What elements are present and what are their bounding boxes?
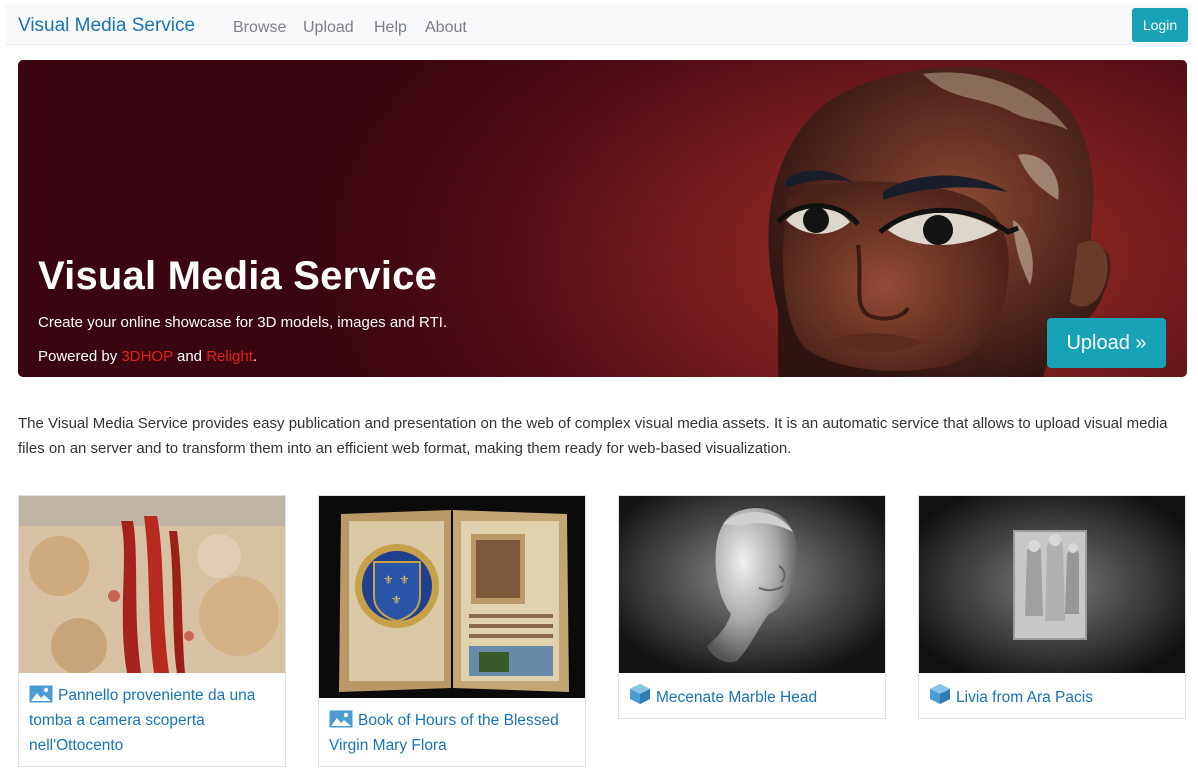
powered-prefix: Powered by bbox=[38, 348, 122, 365]
card-thumbnail-ara-pacis[interactable] bbox=[919, 496, 1185, 673]
nav-browse[interactable]: Browse bbox=[233, 19, 286, 37]
svg-text:⚜: ⚜ bbox=[391, 593, 402, 607]
brand-link[interactable]: Visual Media Service bbox=[18, 15, 195, 37]
card-thumbnail-book-of-hours[interactable]: ⚜ ⚜ ⚜ bbox=[319, 496, 585, 698]
login-button[interactable]: Login bbox=[1132, 8, 1188, 42]
hero-banner: Visual Media Service Create your online … bbox=[18, 60, 1187, 377]
hero-powered-by: Powered by 3DHOP and Relight. bbox=[38, 348, 257, 365]
svg-text:⚜: ⚜ bbox=[399, 573, 410, 587]
cube-icon bbox=[630, 684, 650, 704]
hero-subtitle: Create your online showcase for 3D model… bbox=[38, 314, 448, 331]
media-card[interactable]: ⚜ ⚜ ⚜ Book of Hours of the Blessed Virgi… bbox=[318, 495, 586, 767]
hero-upload-button[interactable]: Upload » bbox=[1047, 318, 1166, 368]
card-thumbnail-marble-head[interactable] bbox=[619, 496, 885, 673]
svg-text:⚜: ⚜ bbox=[383, 573, 394, 587]
card-title[interactable]: Livia from Ara Pacis bbox=[956, 689, 1093, 706]
card-title[interactable]: Pannello proveniente da una tomba a came… bbox=[29, 687, 255, 754]
navbar: Visual Media Service Browse Upload Help … bbox=[5, 5, 1193, 45]
link-3dhop[interactable]: 3DHOP bbox=[121, 348, 172, 365]
card-thumbnail-fresco[interactable] bbox=[19, 496, 285, 673]
service-description: The Visual Media Service provides easy p… bbox=[18, 415, 1168, 457]
cube-icon bbox=[930, 684, 950, 704]
powered-mid: and bbox=[172, 348, 207, 365]
media-card[interactable]: Mecenate Marble Head bbox=[618, 495, 886, 719]
link-relight[interactable]: Relight bbox=[206, 348, 253, 365]
card-title[interactable]: Book of Hours of the Blessed Virgin Mary… bbox=[329, 712, 559, 754]
hero-title: Visual Media Service bbox=[38, 254, 438, 298]
card-title[interactable]: Mecenate Marble Head bbox=[656, 689, 817, 706]
nav-upload[interactable]: Upload bbox=[303, 19, 354, 37]
media-card[interactable]: Livia from Ara Pacis bbox=[918, 495, 1186, 719]
powered-suffix: . bbox=[252, 348, 258, 365]
image-icon bbox=[329, 710, 353, 728]
nav-about[interactable]: About bbox=[425, 19, 467, 37]
media-card[interactable]: Pannello proveniente da una tomba a came… bbox=[18, 495, 286, 767]
nav-help[interactable]: Help bbox=[374, 19, 407, 37]
image-icon bbox=[29, 685, 53, 703]
